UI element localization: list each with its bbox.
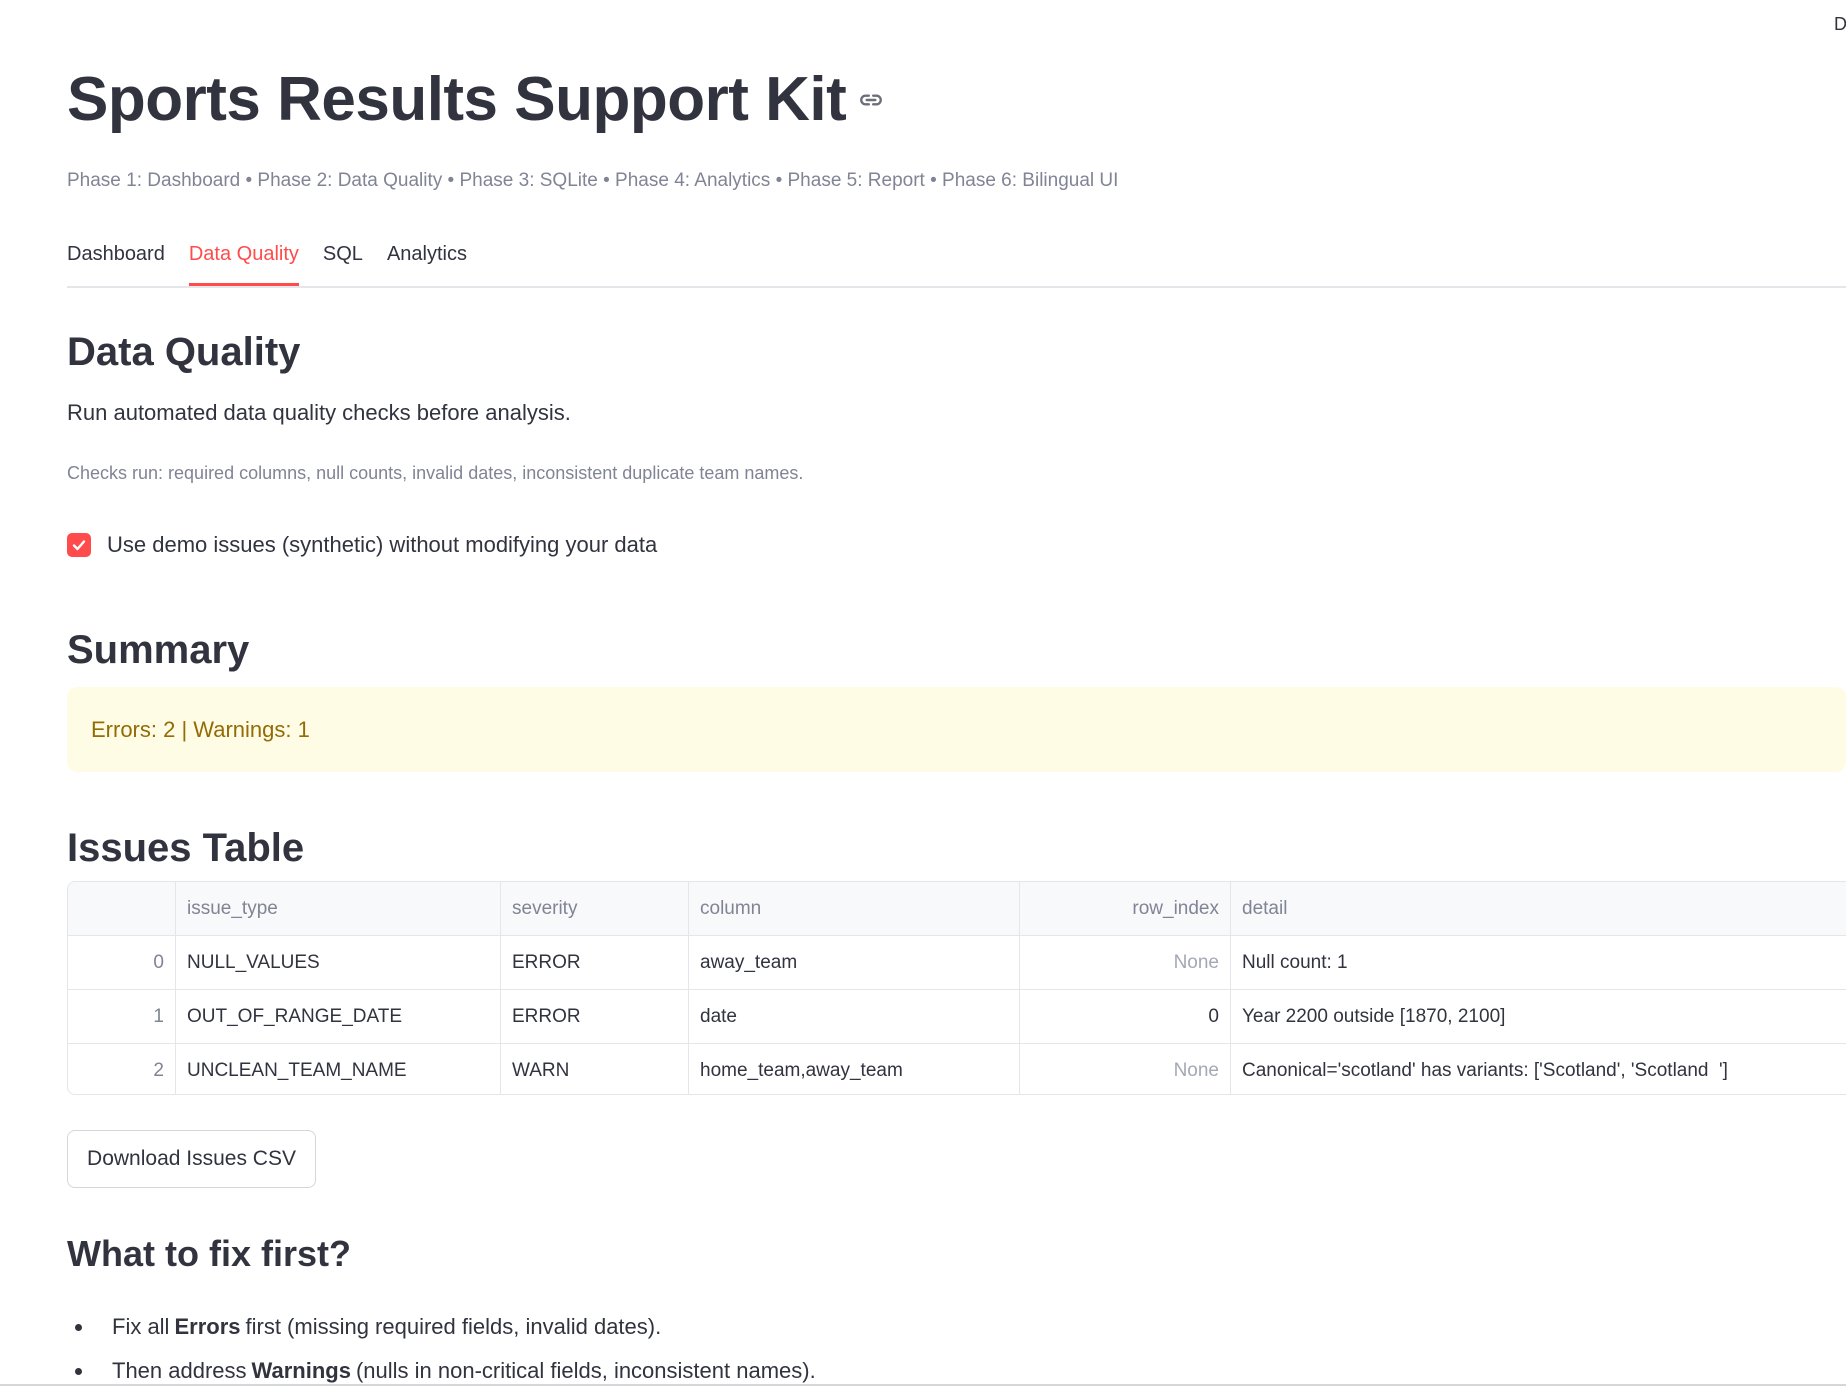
tab-analytics[interactable]: Analytics — [387, 236, 467, 284]
fix-first-heading: What to fix first? — [67, 1233, 351, 1274]
severity-cell[interactable]: ERROR — [501, 990, 689, 1043]
section-heading: Data Quality — [67, 330, 301, 374]
column-cell[interactable]: away_team — [689, 936, 1020, 989]
issue-type-cell[interactable]: NULL_VALUES — [176, 936, 501, 989]
row-index-cell[interactable]: 0 — [68, 936, 176, 989]
detail-cell[interactable]: Null count: 1 — [1231, 936, 1846, 989]
section-description: Run automated data quality checks before… — [67, 400, 571, 425]
top-right-toolbar-text[interactable]: D — [1834, 14, 1846, 35]
row-index-value-cell[interactable]: 0 — [1020, 990, 1231, 1043]
column-header-issue-type[interactable]: issue_type — [176, 882, 501, 935]
column-header-severity[interactable]: severity — [501, 882, 689, 935]
checkbox-label[interactable]: Use demo issues (synthetic) without modi… — [107, 532, 657, 558]
download-issues-csv-button[interactable]: Download Issues CSV — [67, 1130, 316, 1188]
fix-first-list: Fix all Errors first (missing required f… — [67, 1305, 816, 1393]
column-header-index[interactable] — [68, 882, 176, 935]
tab-dashboard[interactable]: Dashboard — [67, 236, 165, 284]
row-index-cell[interactable]: 1 — [68, 990, 176, 1043]
row-index-value-cell[interactable]: None — [1020, 1044, 1231, 1094]
column-header-detail[interactable]: detail — [1231, 882, 1846, 935]
table-row[interactable]: 2 UNCLEAN_TEAM_NAME WARN home_team,away_… — [68, 1044, 1846, 1094]
issues-table[interactable]: issue_type severity column row_index det… — [67, 881, 1846, 1095]
tab-sql[interactable]: SQL — [323, 236, 363, 284]
table-row[interactable]: 0 NULL_VALUES ERROR away_team None Null … — [68, 936, 1846, 990]
column-header-column[interactable]: column — [689, 882, 1020, 935]
column-cell[interactable]: home_team,away_team — [689, 1044, 1020, 1094]
list-item: Fix all Errors first (missing required f… — [67, 1305, 816, 1349]
issues-heading: Issues Table — [67, 826, 305, 870]
demo-issues-checkbox[interactable]: Use demo issues (synthetic) without modi… — [67, 532, 657, 558]
summary-alert-text: Errors: 2 | Warnings: 1 — [91, 716, 310, 742]
column-header-row-index[interactable]: row_index — [1020, 882, 1231, 935]
tab-bar: Dashboard Data Quality SQL Analytics — [67, 236, 1846, 288]
table-row[interactable]: 1 OUT_OF_RANGE_DATE ERROR date 0 Year 22… — [68, 990, 1846, 1044]
checkbox-checked-icon[interactable] — [67, 533, 91, 557]
bottom-divider — [0, 1384, 1846, 1386]
column-cell[interactable]: date — [689, 990, 1020, 1043]
list-item: Then address Warnings (nulls in non-crit… — [67, 1349, 816, 1393]
page-title-row: Sports Results Support Kit — [67, 64, 884, 135]
severity-cell[interactable]: ERROR — [501, 936, 689, 989]
issue-type-cell[interactable]: OUT_OF_RANGE_DATE — [176, 990, 501, 1043]
link-icon[interactable] — [858, 87, 884, 113]
row-index-value-cell[interactable]: None — [1020, 936, 1231, 989]
severity-cell[interactable]: WARN — [501, 1044, 689, 1094]
detail-cell[interactable]: Year 2200 outside [1870, 2100] — [1231, 990, 1846, 1043]
bullet-icon — [75, 1367, 82, 1375]
tab-data-quality[interactable]: Data Quality — [188, 236, 299, 286]
detail-cell[interactable]: Canonical='scotland' has variants: ['Sco… — [1231, 1044, 1846, 1094]
summary-alert: Errors: 2 | Warnings: 1 — [67, 687, 1846, 772]
row-index-cell[interactable]: 2 — [68, 1044, 176, 1094]
page-title: Sports Results Support Kit — [67, 65, 847, 134]
table-header-row: issue_type severity column row_index det… — [68, 882, 1846, 936]
phase-list: Phase 1: Dashboard • Phase 2: Data Quali… — [67, 170, 1119, 191]
summary-heading: Summary — [67, 628, 250, 672]
checks-caption: Checks run: required columns, null count… — [67, 463, 804, 483]
bullet-icon — [75, 1323, 82, 1331]
issue-type-cell[interactable]: UNCLEAN_TEAM_NAME — [176, 1044, 501, 1094]
